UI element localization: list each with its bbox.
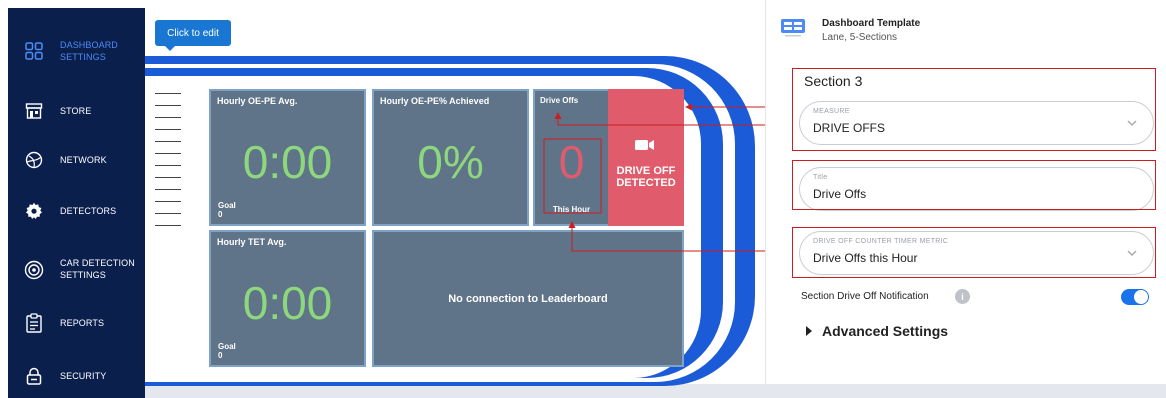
sidebar-item-label: NETWORK bbox=[60, 155, 107, 165]
tile-oe-pe-pct[interactable]: Hourly OE-PE% Achieved 0% bbox=[372, 89, 529, 226]
advanced-settings-label: Advanced Settings bbox=[822, 323, 949, 339]
tile-goal-value: 0 bbox=[218, 210, 223, 219]
sidebar-item-security[interactable]: SECURITY bbox=[8, 365, 145, 387]
sidebar-item-label: STORE bbox=[60, 106, 92, 116]
sidebar-item-store[interactable]: STORE bbox=[8, 100, 145, 122]
sidebar-item-label: DASHBOARD SETTINGS bbox=[60, 40, 118, 62]
sidebar: DASHBOARD SETTINGS STORE NETWORK DETECTO… bbox=[8, 8, 145, 398]
tile-value: 0 bbox=[558, 136, 585, 188]
tile-value: 0:00 bbox=[242, 277, 333, 329]
tile-title: Drive Offs bbox=[540, 96, 579, 105]
sidebar-item-dashboard-settings[interactable]: DASHBOARD SETTINGS bbox=[8, 36, 145, 66]
radar-icon bbox=[23, 259, 45, 281]
tile-leaderboard[interactable]: No connection to Leaderboard bbox=[372, 230, 684, 367]
tile-value: 0:00 bbox=[242, 136, 333, 188]
template-name: Dashboard Template bbox=[822, 18, 921, 29]
sidebar-item-label: CAR DETECTION SETTINGS bbox=[60, 258, 135, 280]
tile-tet-avg[interactable]: Hourly TET Avg. 0:00 Goal 0 bbox=[209, 230, 366, 367]
notification-label: Section Drive Off Notification bbox=[801, 291, 929, 302]
sidebar-item-network[interactable]: NETWORK bbox=[8, 149, 145, 171]
dashboard-icon bbox=[23, 40, 45, 62]
bottom-strip bbox=[145, 384, 1166, 398]
sidebar-item-reports[interactable]: REPORTS bbox=[8, 312, 145, 334]
drive-off-alert: DRIVE OFF DETECTED bbox=[608, 89, 684, 226]
store-icon bbox=[23, 100, 45, 122]
tile-title: Hourly OE-PE Avg. bbox=[217, 96, 298, 106]
sidebar-item-label: SECURITY bbox=[60, 371, 107, 381]
clipboard-icon bbox=[23, 312, 45, 334]
lane-lines bbox=[155, 93, 181, 239]
sidebar-item-detectors[interactable]: DETECTORS bbox=[8, 200, 145, 222]
tile-oe-pe-avg[interactable]: Hourly OE-PE Avg. 0:00 Goal 0 bbox=[209, 89, 366, 226]
leaderboard-message: No connection to Leaderboard bbox=[448, 292, 608, 305]
tile-title: Hourly OE-PE% Achieved bbox=[380, 96, 490, 106]
annotation-box-title bbox=[792, 160, 1156, 210]
annotation-box-timer-metric bbox=[792, 227, 1156, 278]
tile-sub: This Hour bbox=[552, 205, 591, 214]
lock-icon bbox=[23, 365, 45, 387]
sidebar-item-label: DETECTORS bbox=[60, 206, 117, 216]
sidebar-item-car-detection-settings[interactable]: CAR DETECTION SETTINGS bbox=[8, 254, 145, 286]
alert-text: DRIVE OFF DETECTED bbox=[616, 165, 676, 189]
template-subtitle: Lane, 5-Sections bbox=[822, 32, 898, 43]
advanced-settings-expander[interactable]: Advanced Settings bbox=[806, 323, 948, 339]
notification-toggle[interactable] bbox=[1121, 289, 1149, 305]
tile-value: 0% bbox=[417, 136, 484, 188]
tile-goal-label: Goal bbox=[218, 342, 236, 351]
click-to-edit-tooltip[interactable]: Click to edit bbox=[155, 20, 231, 51]
gear-icon bbox=[23, 200, 45, 222]
annotation-box-measure bbox=[792, 68, 1156, 151]
info-icon[interactable]: i bbox=[955, 289, 970, 304]
tile-drive-offs[interactable]: Drive Offs 0 This Hour bbox=[533, 89, 610, 226]
network-icon bbox=[23, 149, 45, 171]
video-camera-icon bbox=[635, 138, 655, 156]
template-icon bbox=[781, 19, 805, 39]
toggle-knob bbox=[1134, 290, 1148, 304]
tile-goal-value: 0 bbox=[218, 351, 223, 360]
tile-title: Hourly TET Avg. bbox=[217, 237, 287, 247]
caret-right-icon bbox=[806, 326, 812, 336]
sidebar-item-label: REPORTS bbox=[60, 318, 105, 328]
tile-goal-label: Goal bbox=[218, 201, 236, 210]
